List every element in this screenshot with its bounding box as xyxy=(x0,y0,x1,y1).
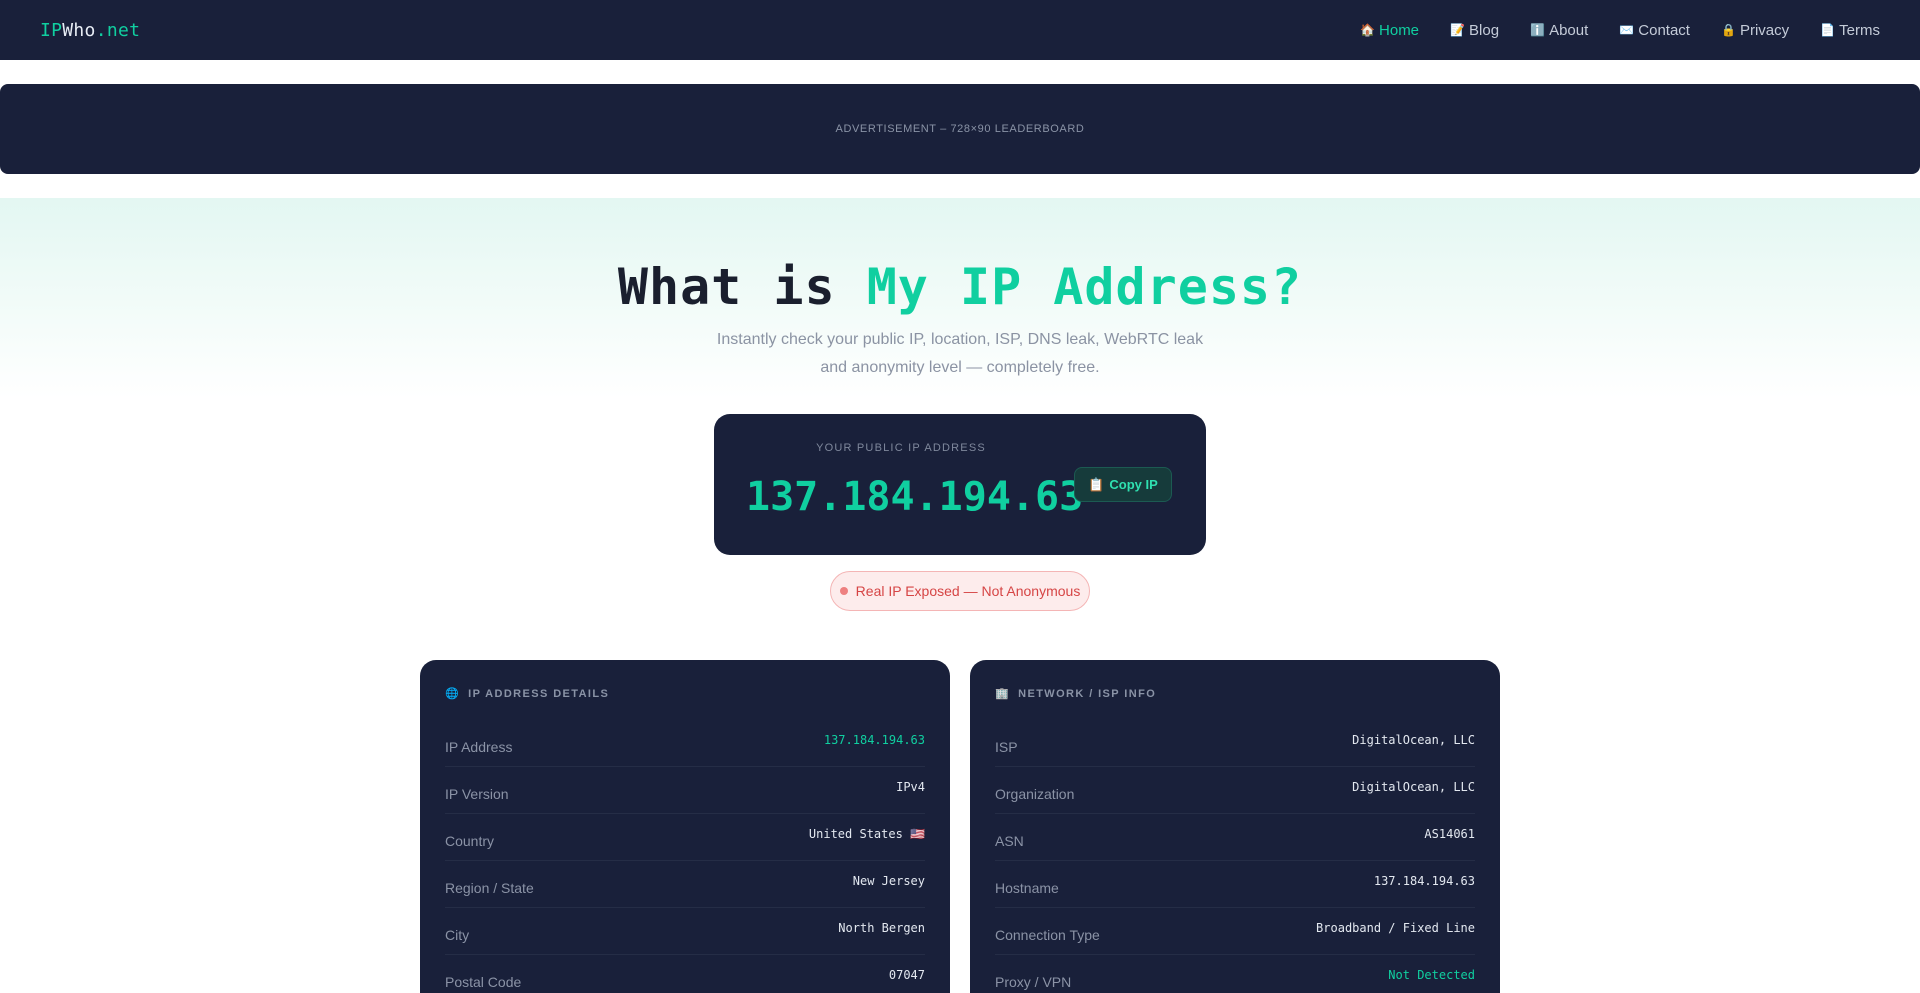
nav-item-blog[interactable]: 📝 Blog xyxy=(1450,22,1499,39)
detail-row: Region / State New Jersey xyxy=(445,861,925,908)
detail-value: New Jersey xyxy=(852,874,925,888)
status-dot-icon xyxy=(839,587,848,595)
detail-row: Postal Code 07047 xyxy=(445,955,925,993)
detail-row: ASN AS14061 xyxy=(995,814,1475,861)
anonymity-status-badge: Real IP Exposed — Not Anonymous xyxy=(830,571,1090,611)
main-nav: 🏠 Home 📝 Blog ℹ️ About ✉️ Contact 🔒 Priv… xyxy=(1329,22,1880,39)
status-text: Real IP Exposed — Not Anonymous xyxy=(855,583,1081,599)
detail-row: IP Address 137.184.194.63 xyxy=(445,720,925,767)
logo-part-who: Who xyxy=(62,19,96,41)
detail-label: Proxy / VPN xyxy=(995,974,1072,990)
network-isp-panel: 🏢 NETWORK / ISP INFO ISP DigitalOcean, L… xyxy=(970,660,1500,993)
public-ip-card: YOUR PUBLIC IP ADDRESS 137.184.194.63 📋 … xyxy=(714,414,1206,555)
nav-item-label: Privacy xyxy=(1739,21,1790,39)
nav-item-home[interactable]: 🏠 Home xyxy=(1360,22,1419,39)
blog-icon: 📝 xyxy=(1450,23,1465,37)
home-icon: 🏠 xyxy=(1360,23,1375,37)
detail-value: North Bergen xyxy=(838,921,925,935)
nav-item-label: Home xyxy=(1379,21,1420,39)
top-navbar: IPWho.net 🏠 Home 📝 Blog ℹ️ About ✉️ Cont… xyxy=(0,0,1920,60)
detail-label: Hostname xyxy=(995,880,1059,896)
lock-icon: 🔒 xyxy=(1720,23,1736,37)
logo-part-ip: IP xyxy=(40,19,63,41)
detail-row: Country United States 🇺🇸 xyxy=(445,814,925,861)
detail-value: DigitalOcean, LLC xyxy=(1352,733,1475,747)
ip-details-panel: 🌐 IP ADDRESS DETAILS IP Address 137.184.… xyxy=(420,660,950,993)
detail-value: AS14061 xyxy=(1424,827,1475,841)
detail-value: 137.184.194.63 xyxy=(1373,874,1475,888)
nav-item-contact[interactable]: ✉️ Contact xyxy=(1619,22,1690,39)
info-icon: ℹ️ xyxy=(1530,23,1546,37)
nav-item-about[interactable]: ℹ️ About xyxy=(1530,22,1588,39)
panel-heading: 🏢 NETWORK / ISP INFO xyxy=(995,687,1157,701)
nav-item-label: Contact xyxy=(1638,21,1690,39)
panel-title: NETWORK / ISP INFO xyxy=(1018,687,1157,700)
detail-value: IPv4 xyxy=(896,780,925,794)
title-plain: What is xyxy=(617,258,867,316)
detail-label: ASN xyxy=(995,833,1024,849)
clipboard-icon: 📋 xyxy=(1088,476,1105,492)
logo-part-net: .net xyxy=(95,19,141,41)
detail-row: City North Bergen xyxy=(445,908,925,955)
detail-label: City xyxy=(445,927,470,943)
nav-item-label: About xyxy=(1549,21,1589,39)
globe-icon: 🌐 xyxy=(445,688,461,700)
nav-item-terms[interactable]: 📄 Terms xyxy=(1820,22,1880,39)
detail-label: Region / State xyxy=(445,880,534,896)
detail-label: ISP xyxy=(995,739,1018,755)
copy-ip-button[interactable]: 📋 Copy IP xyxy=(1074,467,1172,502)
copy-ip-label: Copy IP xyxy=(1109,477,1158,492)
detail-row: IP Version IPv4 xyxy=(445,767,925,814)
public-ip-label: YOUR PUBLIC IP ADDRESS xyxy=(816,442,986,454)
public-ip-value: 137.184.194.63 xyxy=(746,474,1084,520)
panel-heading: 🌐 IP ADDRESS DETAILS xyxy=(445,687,610,701)
page-subtitle: Instantly check your public IP, location… xyxy=(716,331,1204,376)
detail-row: ISP DigitalOcean, LLC xyxy=(995,720,1475,767)
nav-item-label: Terms xyxy=(1839,21,1880,39)
title-accent: My IP Address? xyxy=(866,258,1303,316)
detail-label: Postal Code xyxy=(445,974,522,990)
detail-value: Not Detected xyxy=(1388,968,1475,982)
panel-title: IP ADDRESS DETAILS xyxy=(468,687,610,700)
detail-row: Connection Type Broadband / Fixed Line xyxy=(995,908,1475,955)
detail-value: United States 🇺🇸 xyxy=(808,827,925,841)
detail-label: Connection Type xyxy=(995,927,1100,943)
detail-value: Broadband / Fixed Line xyxy=(1316,921,1475,935)
detail-value: 07047 xyxy=(888,968,925,982)
nav-item-privacy[interactable]: 🔒 Privacy xyxy=(1721,22,1789,39)
detail-value: DigitalOcean, LLC xyxy=(1352,780,1475,794)
ad-leaderboard[interactable]: ADVERTISEMENT – 728×90 LEADERBOARD xyxy=(0,84,1920,174)
site-logo[interactable]: IPWho.net xyxy=(40,20,140,41)
detail-value: 137.184.194.63 xyxy=(823,733,925,747)
detail-label: IP Address xyxy=(445,739,513,755)
detail-row: Organization DigitalOcean, LLC xyxy=(995,767,1475,814)
nav-item-label: Blog xyxy=(1469,21,1500,39)
network-rows: ISP DigitalOcean, LLC Organization Digit… xyxy=(995,720,1475,993)
detail-row: Hostname 137.184.194.63 xyxy=(995,861,1475,908)
detail-row: Proxy / VPN Not Detected xyxy=(995,955,1475,993)
ip-details-rows: IP Address 137.184.194.63 IP Version IPv… xyxy=(445,720,925,993)
mail-icon: ✉️ xyxy=(1619,23,1635,37)
detail-label: IP Version xyxy=(445,786,509,802)
building-icon: 🏢 xyxy=(995,688,1011,700)
detail-label: Organization xyxy=(995,786,1075,802)
detail-label: Country xyxy=(445,833,495,849)
ad-label: ADVERTISEMENT – 728×90 LEADERBOARD xyxy=(835,123,1085,135)
page-title: What is My IP Address? xyxy=(0,258,1920,316)
document-icon: 📄 xyxy=(1820,23,1836,37)
